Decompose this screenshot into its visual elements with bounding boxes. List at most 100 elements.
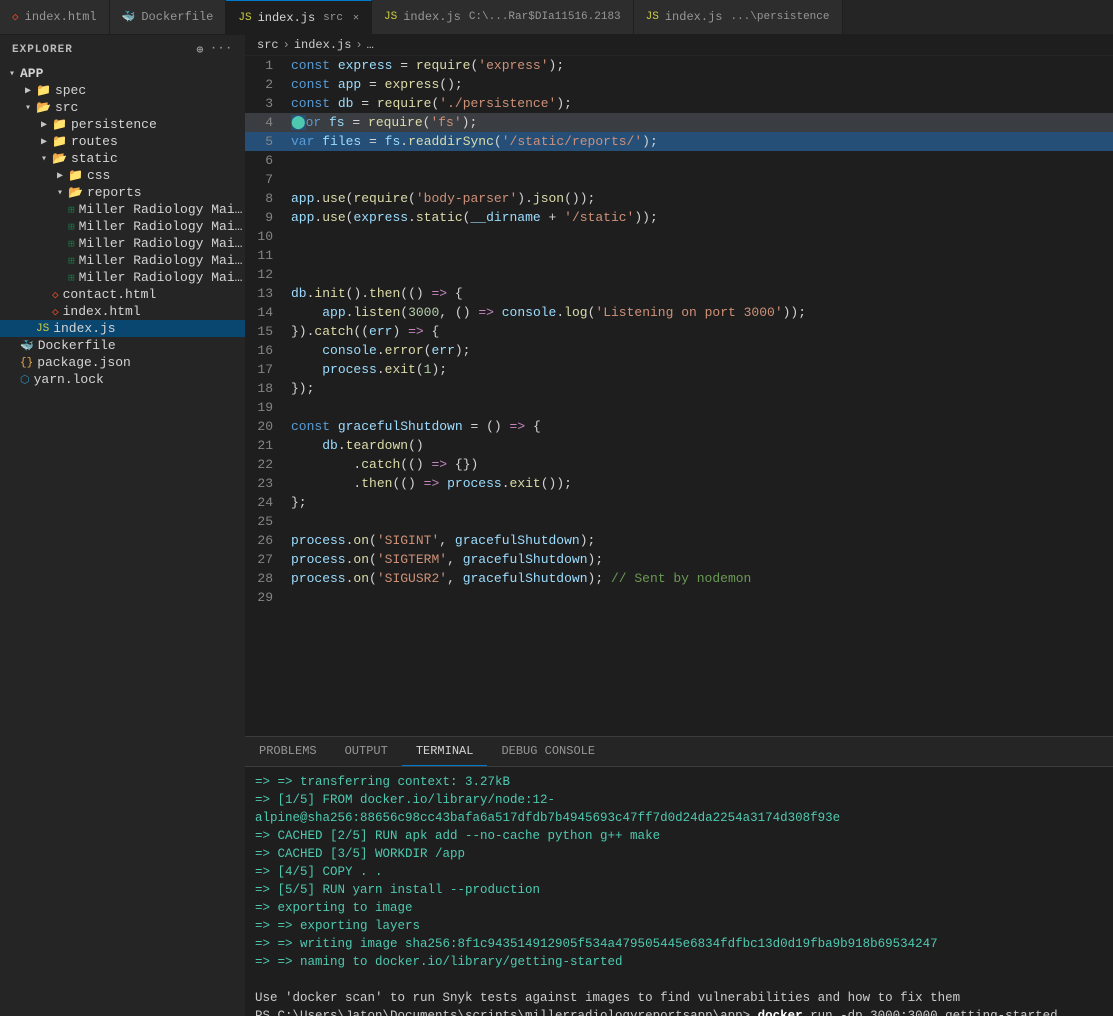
sidebar-item-mailer-j2[interactable]: ⊞ Miller Radiology Mailers for J... <box>0 235 245 252</box>
sidebar-item-src[interactable]: ▾ 📂 src <box>0 99 245 116</box>
code-line-20: 20 const gracefulShutdown = () => { <box>245 417 1113 436</box>
code-line-28: 28 process.on('SIGUSR2', gracefulShutdow… <box>245 569 1113 588</box>
tab-index-js-persistence[interactable]: JS index.js ...\persistence <box>634 0 843 34</box>
tree-label: APP <box>20 66 43 81</box>
tree-arrow-icon: ▶ <box>52 170 68 182</box>
terminal-tab-label: DEBUG CONSOLE <box>501 744 595 758</box>
code-line-22: 22 .catch(() => {}) <box>245 455 1113 474</box>
sidebar-item-mailer-a[interactable]: ⊞ Miller Radiology Mailers for A... <box>0 201 245 218</box>
sidebar-item-index-html[interactable]: ◇ index.html <box>0 303 245 320</box>
code-line-8: 8 app.use(require('body-parser').json())… <box>245 189 1113 208</box>
sidebar-item-routes[interactable]: ▶ 📁 routes <box>0 133 245 150</box>
code-line-14: 14 app.listen(3000, () => console.log('L… <box>245 303 1113 322</box>
breadcrumb-sep2: › <box>355 38 362 52</box>
excel-icon: ⊞ <box>68 271 75 285</box>
sidebar-item-app[interactable]: ▾ APP <box>0 65 245 82</box>
tree-label: css <box>87 168 110 183</box>
terminal-line: => => transferring context: 3.27kB <box>255 773 1103 791</box>
tree-label: reports <box>87 185 142 200</box>
tab-close-button[interactable]: ✕ <box>353 12 359 24</box>
folder-open-icon: 📂 <box>52 151 67 166</box>
tab-label: Dockerfile <box>141 10 213 24</box>
sidebar-item-contact-html[interactable]: ◇ contact.html <box>0 286 245 303</box>
html-icon: ◇ <box>52 305 59 319</box>
tree-label: spec <box>55 83 86 98</box>
terminal-line-empty <box>255 971 1103 989</box>
code-line-7: 7 <box>245 170 1113 189</box>
folder-open-icon: 📂 <box>68 185 83 200</box>
terminal-tab-problems[interactable]: PROBLEMS <box>245 737 331 766</box>
sidebar-item-yarn-lock[interactable]: ⬡ yarn.lock <box>0 371 245 388</box>
sidebar-item-mailer-dot[interactable]: ⊞ Miller Radiology Mailers for ... <box>0 252 245 269</box>
folder-open-icon: 📂 <box>36 100 51 115</box>
terminal-line: => => exporting layers <box>255 917 1103 935</box>
code-line-17: 17 process.exit(1); <box>245 360 1113 379</box>
code-line-26: 26 process.on('SIGINT', gracefulShutdown… <box>245 531 1113 550</box>
code-line-4: 4 ⬤or fs = require('fs'); <box>245 113 1113 132</box>
terminal-line: => => naming to docker.io/library/gettin… <box>255 953 1103 971</box>
breadcrumb: src › index.js › … <box>245 35 1113 56</box>
sidebar-item-mailer-s[interactable]: ⊞ Miller Radiology Mailers for S... <box>0 269 245 286</box>
code-line-15: 15 }).catch((err) => { <box>245 322 1113 341</box>
terminal-line: => [4/5] COPY . . <box>255 863 1103 881</box>
code-line-24: 24 }; <box>245 493 1113 512</box>
sidebar-item-persistence[interactable]: ▶ 📁 persistence <box>0 116 245 133</box>
terminal-tab-debug-console[interactable]: DEBUG CONSOLE <box>487 737 609 766</box>
terminal-line: => [5/5] RUN yarn install --production <box>255 881 1103 899</box>
breadcrumb-src: src <box>257 38 279 52</box>
tree-label: index.html <box>63 304 141 319</box>
terminal-tab-label: TERMINAL <box>416 744 474 758</box>
tab-index-js-path[interactable]: JS index.js C:\...Rar$DIa11516.2183 <box>372 0 634 34</box>
code-editor[interactable]: 1 const express = require('express'); 2 … <box>245 56 1113 736</box>
more-options-icon[interactable]: ··· <box>210 43 233 57</box>
js-icon: JS <box>36 323 49 335</box>
sidebar-item-mailer-j1[interactable]: ⊞ Miller Radiology Mailers for J... <box>0 218 245 235</box>
code-line-13: 13 db.init().then(() => { <box>245 284 1113 303</box>
tree-label: Miller Radiology Mailers for A... <box>79 202 245 217</box>
tree-label: index.js <box>53 321 115 336</box>
terminal-tab-terminal[interactable]: TERMINAL <box>402 737 488 766</box>
terminal-line: => [1/5] FROM docker.io/library/node:12-… <box>255 791 1103 827</box>
breadcrumb-sep1: › <box>283 38 290 52</box>
tab-label: index.html <box>25 10 97 24</box>
terminal-line: => => writing image sha256:8f1c943514912… <box>255 935 1103 953</box>
terminal-line: => exporting to image <box>255 899 1103 917</box>
sidebar: EXPLORER ⊕ ··· ▾ APP ▶ 📁 spec ▾ 📂 src ▶ … <box>0 35 245 1016</box>
terminal-content[interactable]: => => transferring context: 3.27kB => [1… <box>245 767 1113 1016</box>
sidebar-item-dockerfile[interactable]: 🐳 Dockerfile <box>0 337 245 354</box>
tab-label: index.js <box>665 10 723 24</box>
main-area: EXPLORER ⊕ ··· ▾ APP ▶ 📁 spec ▾ 📂 src ▶ … <box>0 35 1113 1016</box>
editor-area: src › index.js › … 1 const express = req… <box>245 35 1113 1016</box>
js-icon: JS <box>238 12 251 24</box>
sidebar-item-static[interactable]: ▾ 📂 static <box>0 150 245 167</box>
sidebar-item-reports[interactable]: ▾ 📂 reports <box>0 184 245 201</box>
tree-label: Miller Radiology Mailers for ... <box>79 253 245 268</box>
terminal-tab-output[interactable]: OUTPUT <box>331 737 402 766</box>
tab-dockerfile[interactable]: 🐳 Dockerfile <box>110 0 227 34</box>
excel-icon: ⊞ <box>68 237 75 251</box>
tab-index-html-1[interactable]: ◇ index.html <box>0 0 110 34</box>
sidebar-item-spec[interactable]: ▶ 📁 spec <box>0 82 245 99</box>
sidebar-item-index-js[interactable]: JS index.js <box>0 320 245 337</box>
code-line-23: 23 .then(() => process.exit()); <box>245 474 1113 493</box>
html-icon: ◇ <box>52 288 59 302</box>
sidebar-icons[interactable]: ⊕ ··· <box>197 43 233 57</box>
terminal-line: => CACHED [2/5] RUN apk add --no-cache p… <box>255 827 1103 845</box>
tree-arrow-icon: ▶ <box>36 136 52 148</box>
code-line-3: 3 const db = require('./persistence'); <box>245 94 1113 113</box>
tree-label: routes <box>71 134 118 149</box>
terminal-line: => CACHED [3/5] WORKDIR /app <box>255 845 1103 863</box>
code-line-2: 2 const app = express(); <box>245 75 1113 94</box>
code-line-6: 6 <box>245 151 1113 170</box>
code-line-18: 18 }); <box>245 379 1113 398</box>
tab-index-js-src[interactable]: JS index.js src ✕ <box>226 0 372 34</box>
sidebar-item-package-json[interactable]: {} package.json <box>0 354 245 371</box>
new-file-icon[interactable]: ⊕ <box>197 43 205 57</box>
code-line-27: 27 process.on('SIGTERM', gracefulShutdow… <box>245 550 1113 569</box>
tree-arrow-icon: ▾ <box>36 153 52 165</box>
tree-arrow-icon: ▶ <box>20 85 36 97</box>
sidebar-item-css[interactable]: ▶ 📁 css <box>0 167 245 184</box>
terminal-area: PROBLEMS OUTPUT TERMINAL DEBUG CONSOLE =… <box>245 736 1113 1016</box>
tree-label: Dockerfile <box>38 338 116 353</box>
tree-label: src <box>55 100 78 115</box>
